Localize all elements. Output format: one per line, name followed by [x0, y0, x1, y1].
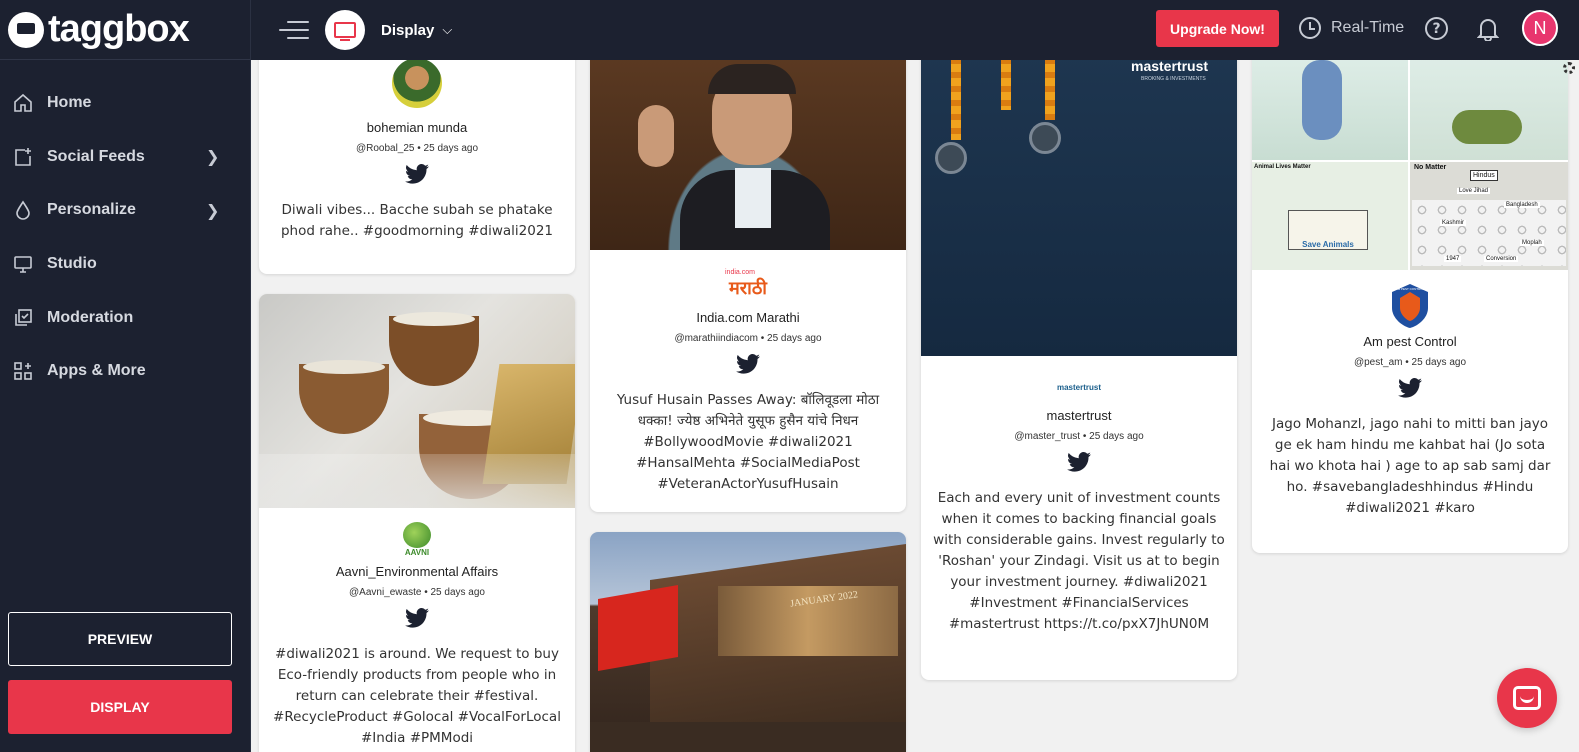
menu-toggle-icon[interactable] — [279, 19, 309, 41]
post-card[interactable]: JANUARY 2022 — [590, 532, 906, 752]
post-meta: @pest_am • 25 days ago — [1353, 357, 1467, 368]
realtime-toggle[interactable]: Real-Time — [1299, 17, 1404, 39]
twitter-icon — [1067, 452, 1091, 472]
post-text: Diwali vibes... Bacche subah se phatake … — [280, 202, 554, 239]
post-image: JANUARY 2022 — [590, 532, 906, 752]
brand-name: taggbox — [48, 8, 190, 50]
sidebar-item-label: Moderation — [47, 308, 134, 326]
droplet-icon — [12, 199, 34, 221]
post-card[interactable]: AAVNI Aavni_Environmental Affairs @Aavni… — [259, 294, 575, 752]
notification-bell-icon[interactable] — [1476, 17, 1500, 42]
sidebar-item-label: Studio — [47, 254, 97, 272]
post-text: Yusuf Husain Passes Away: बॉलिवूडला मोठा… — [616, 392, 880, 492]
sidebar-item-studio[interactable]: Studio — [0, 237, 250, 291]
monitor-icon — [12, 253, 34, 275]
chat-icon — [1513, 686, 1541, 710]
post-card[interactable]: Animal Lives Matter No Matter Save Anima… — [1252, 60, 1568, 553]
post-author: mastertrust — [1046, 408, 1112, 423]
post-image — [590, 60, 906, 250]
sidebar-nav: Home Social Feeds ❯ Personalize ❯ Studio… — [0, 60, 250, 398]
clock-icon — [1299, 17, 1321, 39]
sidebar-item-social-feeds[interactable]: Social Feeds ❯ — [0, 130, 250, 184]
post-text: Each and every unit of investment counts… — [933, 490, 1225, 632]
svg-text:AM PEST CONTROL: AM PEST CONTROL — [1396, 287, 1425, 291]
post-meta: @Aavni_ewaste • 25 days ago — [349, 587, 485, 598]
post-image: mastertrust BROKING & INVESTMENTS — [921, 60, 1237, 356]
sidebar-item-label: Apps & More — [47, 362, 146, 380]
twitter-icon — [1398, 378, 1422, 398]
display-button[interactable]: DISPLAY — [8, 680, 232, 734]
sidebar-item-home[interactable]: Home — [0, 76, 250, 130]
post-image: Animal Lives Matter No Matter Save Anima… — [1252, 60, 1568, 270]
twitter-icon — [405, 608, 429, 628]
sidebar-item-label: Personalize — [47, 201, 136, 219]
realtime-label: Real-Time — [1331, 19, 1405, 36]
avatar — [392, 60, 442, 108]
brand-logo: mastertrust — [1056, 382, 1101, 392]
post-author: Aavni_Environmental Affairs — [335, 564, 499, 579]
home-icon — [12, 92, 34, 114]
upgrade-button[interactable]: Upgrade Now! — [1156, 10, 1279, 47]
sidebar-item-label: Home — [47, 93, 92, 111]
sidebar-item-apps-more[interactable]: Apps & More — [0, 344, 250, 398]
post-card[interactable]: india.com मराठी India.com Marathi @marat… — [590, 60, 906, 512]
user-avatar[interactable]: N — [1522, 10, 1558, 46]
brand-logo[interactable]: taggbox — [0, 0, 250, 60]
brand-logo: india.com मराठी — [725, 268, 767, 299]
image-brand-text: mastertrust — [1131, 60, 1209, 74]
sidebar-item-moderation[interactable]: Moderation — [0, 291, 250, 345]
sidebar: taggbox Home Social Feeds ❯ Personalize … — [0, 0, 251, 752]
chevron-right-icon: ❯ — [206, 200, 220, 220]
apps-icon — [12, 360, 34, 382]
display-mode-icon — [325, 10, 365, 50]
chevron-right-icon: ❯ — [206, 147, 220, 167]
chevron-down-icon[interactable]: ⌵ — [442, 23, 452, 38]
post-text: Jago Mohanzl, jago nahi to mitti ban jay… — [1269, 416, 1551, 516]
sidebar-item-personalize[interactable]: Personalize ❯ — [0, 183, 250, 237]
display-mode-selector[interactable]: Display — [381, 22, 434, 39]
chat-support-button[interactable] — [1497, 668, 1557, 728]
post-meta: @master_trust • 25 days ago — [1014, 431, 1144, 442]
post-card[interactable]: bohemian munda @Roobal_25 • 25 days ago … — [259, 60, 575, 274]
help-icon[interactable]: ? — [1425, 17, 1448, 40]
post-author: India.com Marathi — [696, 310, 800, 325]
sidebar-item-label: Social Feeds — [47, 147, 145, 165]
settings-gear-icon[interactable] — [1563, 62, 1575, 74]
feed-wall: bohemian munda @Roobal_25 • 25 days ago … — [251, 60, 1579, 752]
post-author: bohemian munda — [366, 120, 468, 135]
moderation-icon — [12, 307, 34, 329]
twitter-icon — [405, 164, 429, 184]
brand-logo: AAVNI — [259, 518, 575, 560]
image-brand-subtext: BROKING & INVESTMENTS — [1141, 76, 1206, 82]
twitter-icon — [736, 354, 760, 374]
preview-button[interactable]: PREVIEW — [8, 612, 232, 666]
top-bar: Display ⌵ Upgrade Now! Real-Time ? N — [251, 0, 1579, 60]
post-text: #diwali2021 is around. We request to buy… — [273, 646, 561, 746]
post-meta: @Roobal_25 • 25 days ago — [355, 143, 479, 154]
taggbox-logo-icon — [8, 11, 44, 48]
add-feed-icon — [12, 146, 34, 168]
post-meta: @marathiindiacom • 25 days ago — [674, 333, 822, 344]
post-author: Am pest Control — [1363, 334, 1457, 349]
post-image — [259, 294, 575, 508]
brand-logo: AM PEST CONTROL — [1252, 282, 1568, 330]
post-card[interactable]: mastertrust BROKING & INVESTMENTS master… — [921, 60, 1237, 680]
